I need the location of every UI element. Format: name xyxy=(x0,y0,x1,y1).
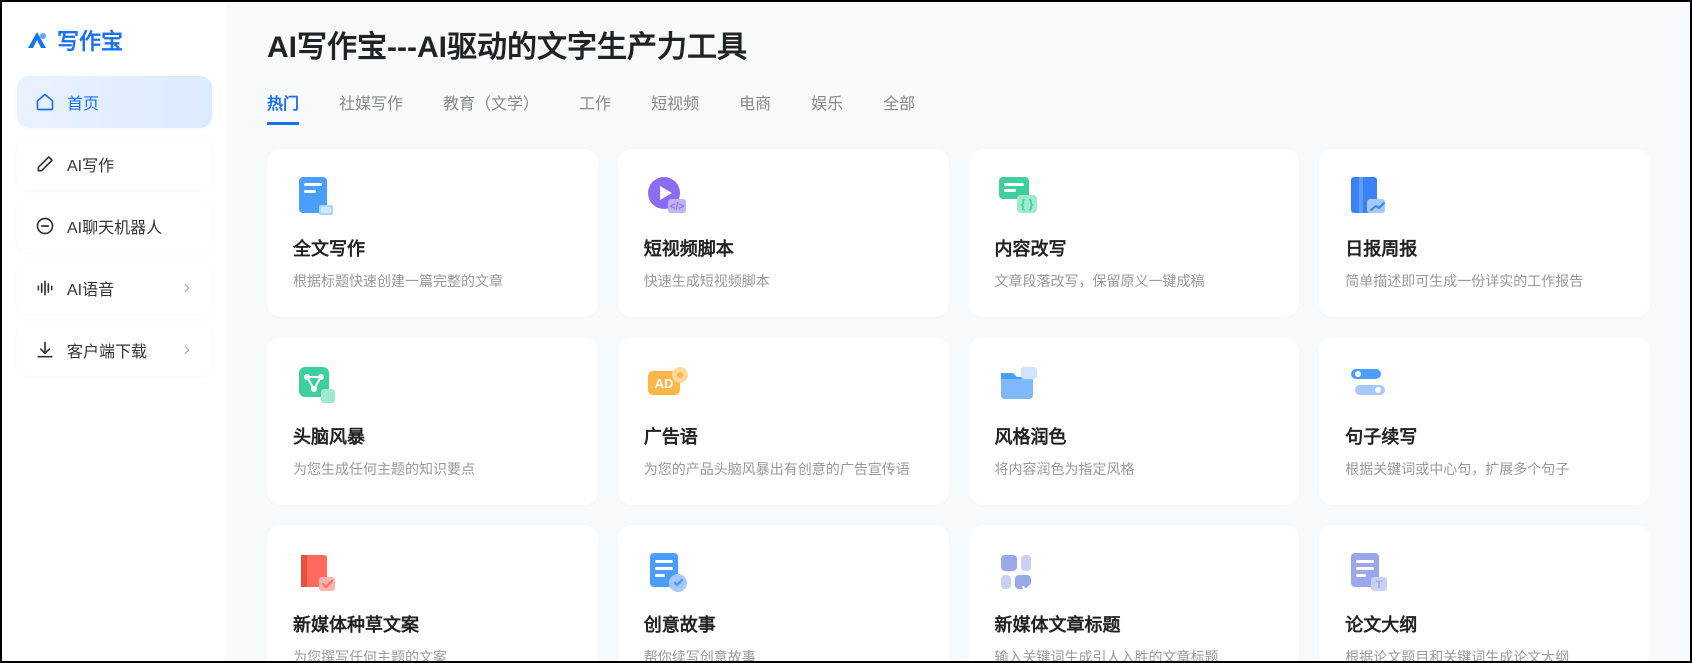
logo-text: 写作宝 xyxy=(57,24,123,56)
card-title: 风格润色 xyxy=(995,423,1274,449)
rewrite-green-icon xyxy=(995,173,1041,219)
card-desc: 为您生成任何主题的知识要点 xyxy=(293,459,572,479)
doc-blue-icon xyxy=(293,173,339,219)
pencil-icon xyxy=(35,154,55,174)
tab-6[interactable]: 娱乐 xyxy=(811,90,843,125)
card-desc: 快速生成短视频脚本 xyxy=(644,271,923,291)
main: AI写作宝---AI驱动的文字生产力工具 热门 社媒写作 教育（文学） 工作 短视频 电商… xyxy=(227,2,1690,661)
outline-lavender-icon xyxy=(1345,549,1391,595)
card-title: 头脑风暴 xyxy=(293,423,572,449)
sidebar-item-pencil[interactable]: AI写作 xyxy=(17,138,212,190)
sidebar-item-label: 首页 xyxy=(67,90,99,114)
sidebar-item-download[interactable]: 客户端下载 xyxy=(17,324,212,376)
folder-blue-icon xyxy=(995,361,1041,407)
card-5[interactable]: 广告语为您的产品头脑风暴出有创意的广告宣传语 xyxy=(618,337,949,505)
card-desc: 输入关键词生成引人入胜的文章标题 xyxy=(995,647,1274,661)
card-desc: 根据论文题目和关键词生成论文大纲 xyxy=(1345,647,1624,661)
report-blue-icon xyxy=(1345,173,1391,219)
story-blue-icon xyxy=(644,549,690,595)
card-1[interactable]: 短视频脚本快速生成短视频脚本 xyxy=(618,149,949,317)
voice-icon xyxy=(35,278,55,298)
video-purple-icon xyxy=(644,173,690,219)
card-desc: 为您的产品头脑风暴出有创意的广告宣传语 xyxy=(644,459,923,479)
brain-green-icon xyxy=(293,361,339,407)
tab-2[interactable]: 教育（文学） xyxy=(443,90,539,125)
tab-5[interactable]: 电商 xyxy=(739,90,771,125)
card-11[interactable]: 论文大纲根据论文题目和关键词生成论文大纲 xyxy=(1319,525,1650,661)
sidebar: 写作宝 首页 AI写作 AI聊天机器人 AI语音客户端下载 xyxy=(2,2,227,661)
nav-list: 首页 AI写作 AI聊天机器人 AI语音客户端下载 xyxy=(17,76,212,376)
tab-1[interactable]: 社媒写作 xyxy=(339,90,403,125)
sidebar-item-label: AI聊天机器人 xyxy=(67,214,162,238)
card-9[interactable]: 创意故事帮你续写创意故事 xyxy=(618,525,949,661)
card-3[interactable]: 日报周报简单描述即可生成一份详实的工作报告 xyxy=(1319,149,1650,317)
logo[interactable]: 写作宝 xyxy=(17,20,212,76)
chevron-right-icon xyxy=(180,281,194,295)
card-7[interactable]: 句子续写根据关键词或中心句，扩展多个句子 xyxy=(1319,337,1650,505)
card-desc: 简单描述即可生成一份详实的工作报告 xyxy=(1345,271,1624,291)
sidebar-item-home[interactable]: 首页 xyxy=(17,76,212,128)
tab-7[interactable]: 全部 xyxy=(883,90,915,125)
card-desc: 根据关键词或中心句，扩展多个句子 xyxy=(1345,459,1624,479)
logo-icon xyxy=(25,28,49,52)
page-title: AI写作宝---AI驱动的文字生产力工具 xyxy=(267,22,1650,66)
card-title: 广告语 xyxy=(644,423,923,449)
card-title: 新媒体文章标题 xyxy=(995,611,1274,637)
card-4[interactable]: 头脑风暴为您生成任何主题的知识要点 xyxy=(267,337,598,505)
card-desc: 根据标题快速创建一篇完整的文章 xyxy=(293,271,572,291)
card-6[interactable]: 风格润色将内容润色为指定风格 xyxy=(969,337,1300,505)
card-title: 创意故事 xyxy=(644,611,923,637)
card-desc: 帮你续写创意故事 xyxy=(644,647,923,661)
sidebar-item-voice[interactable]: AI语音 xyxy=(17,262,212,314)
download-icon xyxy=(35,340,55,360)
card-desc: 为您撰写任何主题的文案 xyxy=(293,647,572,661)
home-icon xyxy=(35,92,55,112)
sidebar-item-label: AI写作 xyxy=(67,152,114,176)
chevron-right-icon xyxy=(180,343,194,357)
sidebar-item-chat[interactable]: AI聊天机器人 xyxy=(17,200,212,252)
book-red-icon xyxy=(293,549,339,595)
card-desc: 文章段落改写，保留原义一键成稿 xyxy=(995,271,1274,291)
sentence-blue-icon xyxy=(1345,361,1391,407)
card-desc: 将内容润色为指定风格 xyxy=(995,459,1274,479)
tab-4[interactable]: 短视频 xyxy=(651,90,699,125)
card-title: 新媒体种草文案 xyxy=(293,611,572,637)
card-2[interactable]: 内容改写文章段落改写，保留原义一键成稿 xyxy=(969,149,1300,317)
card-title: 内容改写 xyxy=(995,235,1274,261)
tabs: 热门 社媒写作 教育（文学） 工作 短视频 电商 娱乐 全部 xyxy=(267,90,1650,125)
card-8[interactable]: 新媒体种草文案为您撰写任何主题的文案 xyxy=(267,525,598,661)
ad-orange-icon xyxy=(644,361,690,407)
tab-0[interactable]: 热门 xyxy=(267,90,299,125)
chat-icon xyxy=(35,216,55,236)
sidebar-item-label: 客户端下载 xyxy=(67,338,147,362)
card-title: 日报周报 xyxy=(1345,235,1624,261)
title-lavender-icon xyxy=(995,549,1041,595)
card-title: 全文写作 xyxy=(293,235,572,261)
card-10[interactable]: 新媒体文章标题输入关键词生成引人入胜的文章标题 xyxy=(969,525,1300,661)
card-title: 论文大纲 xyxy=(1345,611,1624,637)
card-title: 短视频脚本 xyxy=(644,235,923,261)
card-grid: 全文写作根据标题快速创建一篇完整的文章短视频脚本快速生成短视频脚本内容改写文章段… xyxy=(267,149,1650,661)
card-0[interactable]: 全文写作根据标题快速创建一篇完整的文章 xyxy=(267,149,598,317)
card-title: 句子续写 xyxy=(1345,423,1624,449)
tab-3[interactable]: 工作 xyxy=(579,90,611,125)
sidebar-item-label: AI语音 xyxy=(67,276,114,300)
